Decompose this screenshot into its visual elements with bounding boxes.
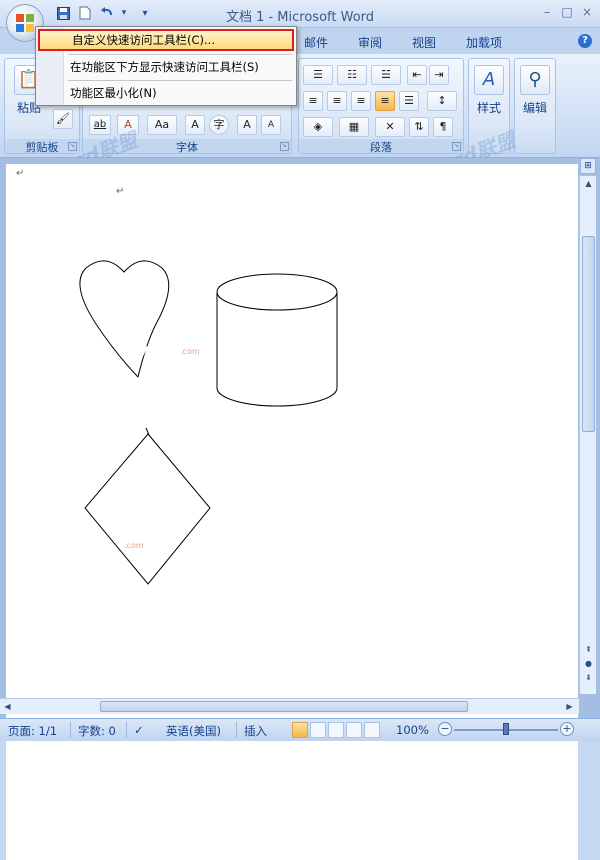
styles-label: 样式 [476, 101, 501, 115]
shapes-canvas: .com .com [79, 260, 338, 585]
change-case-button[interactable]: Aa [147, 115, 177, 135]
align-center-icon[interactable]: ≡ [327, 91, 347, 111]
watermark-fragment: .com [124, 541, 144, 550]
menu-item-show-qat-below[interactable]: 在功能区下方显示快速访问工具栏(S) [38, 56, 294, 78]
justify-icon[interactable]: ≡ [375, 91, 395, 111]
paragraph-group: ☰ ☷ ☱ ⇤ ⇥ ≡ ≡ ≡ ≡ ☰ ↕ ◈ ▦ ✕ ⇅ ¶ 段落 ↘ [298, 58, 464, 154]
document-area: ↵ ↵ .com .com ⊞ ▲ ⇞ ● ⇟ ◀ ▶ [0, 158, 600, 860]
print-layout-icon[interactable] [292, 722, 308, 738]
menu-separator [68, 80, 292, 81]
tab-mailings[interactable]: 邮件 [304, 34, 328, 51]
chinese-layout-icon[interactable]: ✕ [375, 117, 405, 137]
sort-icon[interactable]: ⇅ [409, 117, 429, 137]
scroll-up-icon[interactable]: ▲ [581, 176, 596, 191]
scroll-left-icon[interactable]: ◀ [0, 699, 15, 714]
watermark-fragment: .com [180, 347, 200, 356]
can-shape [216, 273, 338, 407]
tab-review[interactable]: 审阅 [358, 34, 382, 51]
title-bar: ▾ ▾ 文档 1 - Microsoft Word – □ × [0, 0, 600, 42]
window-title: 文档 1 - Microsoft Word [225, 10, 375, 25]
vertical-scrollbar[interactable]: ▲ ⇞ ● ⇟ [579, 176, 596, 694]
tab-view[interactable]: 视图 [412, 34, 436, 51]
zoom-out-icon[interactable]: − [438, 722, 452, 736]
line-spacing-icon[interactable]: ↕ [427, 91, 457, 111]
grow-font-button[interactable]: A [237, 115, 257, 135]
styles-icon: A [474, 65, 504, 95]
prev-page-icon[interactable]: ⇞ [582, 644, 595, 656]
ruler-toggle-icon[interactable]: ⊞ [580, 158, 596, 174]
status-separator [70, 722, 71, 738]
proofing-icon[interactable]: ✓ [134, 723, 144, 737]
horizontal-scroll-thumb[interactable] [100, 701, 468, 712]
web-layout-icon[interactable] [328, 722, 344, 738]
enclose-characters-button[interactable]: 字 [209, 115, 229, 135]
document-page[interactable]: ↵ ↵ .com .com [6, 164, 578, 860]
shading-icon[interactable]: ◈ [303, 117, 333, 137]
zoom-slider-thumb[interactable] [503, 723, 509, 735]
editing-button[interactable]: ⚲ 编辑 [515, 61, 555, 137]
diamond-shape [84, 433, 211, 585]
restore-icon[interactable]: □ [558, 4, 576, 20]
borders-icon[interactable]: ▦ [339, 117, 369, 137]
status-separator [236, 722, 237, 738]
bullets-icon[interactable]: ☰ [303, 65, 333, 85]
numbering-icon[interactable]: ☷ [337, 65, 367, 85]
window-controls: – □ × [538, 4, 596, 20]
outline-icon[interactable] [346, 722, 362, 738]
browse-object-icon[interactable]: ● [582, 658, 595, 670]
font-launcher-icon[interactable]: ↘ [280, 142, 289, 151]
zoom-in-icon[interactable]: + [560, 722, 574, 736]
qat-customize-menu: 自定义快速访问工具栏(C)... 在功能区下方显示快速访问工具栏(S) 功能区最… [35, 26, 297, 106]
menu-item-customize-qat[interactable]: 自定义快速访问工具栏(C)... [38, 29, 294, 51]
multilevel-list-icon[interactable]: ☱ [371, 65, 401, 85]
increase-indent-icon[interactable]: ⇥ [429, 65, 449, 85]
character-shading-button[interactable]: A [185, 115, 205, 135]
editing-label: 编辑 [522, 101, 547, 115]
menu-item-minimize-ribbon[interactable]: 功能区最小化(N) [38, 82, 294, 104]
language[interactable]: 英语(美国) [166, 723, 221, 739]
office-logo-icon [16, 14, 34, 32]
tab-addins[interactable]: 加载项 [466, 34, 502, 51]
status-bar: 页面: 1/1 字数: 0 ✓ 英语(美国) 插入 100% − + [0, 718, 600, 741]
next-page-icon[interactable]: ⇟ [582, 672, 595, 684]
heart-shape [79, 260, 170, 378]
draft-icon[interactable] [364, 722, 380, 738]
vertical-scroll-thumb[interactable] [582, 236, 595, 432]
zoom-level[interactable]: 100% [396, 723, 429, 737]
shrink-font-button[interactable]: A [261, 115, 281, 135]
insert-mode[interactable]: 插入 [244, 723, 267, 739]
align-right-icon[interactable]: ≡ [351, 91, 371, 111]
decrease-indent-icon[interactable]: ⇤ [407, 65, 427, 85]
editing-group: ⚲ 编辑 [514, 58, 556, 154]
menu-separator [68, 54, 292, 55]
binoculars-icon: ⚲ [520, 65, 550, 95]
format-painter-icon[interactable]: 🖌 [53, 109, 73, 129]
status-separator [126, 722, 127, 738]
scroll-right-icon[interactable]: ▶ [562, 699, 577, 714]
page-count[interactable]: 页面: 1/1 [8, 723, 57, 739]
minimize-icon[interactable]: – [538, 4, 556, 20]
full-screen-reading-icon[interactable] [310, 722, 326, 738]
distributed-icon[interactable]: ☰ [399, 91, 419, 111]
help-icon[interactable]: ? [578, 34, 592, 48]
show-marks-icon[interactable]: ¶ [433, 117, 453, 137]
word-count[interactable]: 字数: 0 [78, 723, 116, 739]
horizontal-scrollbar[interactable]: ◀ ▶ [0, 698, 579, 714]
align-left-icon[interactable]: ≡ [303, 91, 323, 111]
close-icon[interactable]: × [578, 4, 596, 20]
